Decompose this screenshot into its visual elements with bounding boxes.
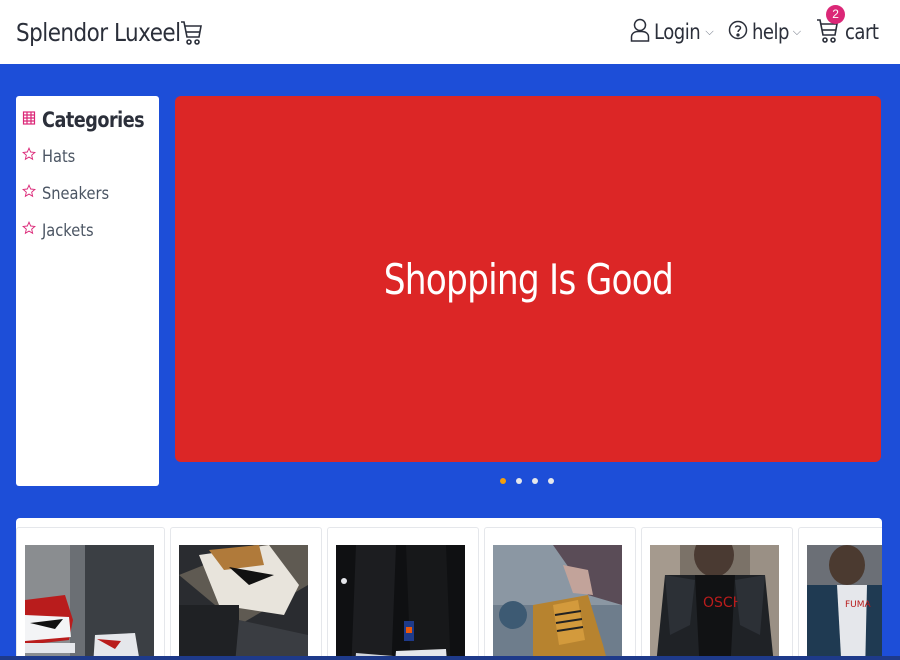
carousel-dot-2[interactable] xyxy=(516,478,522,484)
cart-icon-wrapper: 2 xyxy=(815,4,846,51)
product-image: OSCH xyxy=(650,545,779,660)
category-label: Hats xyxy=(42,146,76,167)
product-card[interactable]: FUMA xyxy=(798,527,882,660)
star-outline-icon xyxy=(22,147,36,166)
help-menu[interactable]: help ⌵ xyxy=(728,19,801,46)
categories-panel: Categories Hats Sneakers Jackets xyxy=(16,96,159,486)
header-nav: Login ⌵ help ⌵ 2 cart xyxy=(630,4,884,51)
help-icon xyxy=(728,19,748,46)
cart-count-badge: 2 xyxy=(826,4,846,24)
product-image xyxy=(179,545,308,660)
carousel-dot-3[interactable] xyxy=(532,478,538,484)
categories-heading-label: Categories xyxy=(42,108,145,132)
product-card[interactable] xyxy=(16,527,165,660)
product-image: FUMA xyxy=(807,545,882,660)
brand-title[interactable]: Splendor Luxeel xyxy=(16,18,181,47)
hero-carousel-slide[interactable]: Shopping Is Good xyxy=(175,96,881,462)
help-label: help xyxy=(751,20,789,44)
product-card[interactable] xyxy=(327,527,479,660)
carousel-dot-4[interactable] xyxy=(548,478,554,484)
star-outline-icon xyxy=(22,221,36,240)
product-card[interactable] xyxy=(484,527,636,660)
product-card[interactable] xyxy=(170,527,322,660)
login-menu[interactable]: Login ⌵ xyxy=(630,17,714,48)
category-item-hats[interactable]: Hats xyxy=(22,138,153,175)
carousel-dots xyxy=(500,478,554,484)
store-icon xyxy=(22,110,36,131)
cart-icon xyxy=(179,16,203,48)
category-item-jackets[interactable]: Jackets xyxy=(22,212,153,249)
product-card[interactable]: OSCH xyxy=(641,527,793,660)
login-label: Login xyxy=(653,20,701,44)
chevron-down-icon: ⌵ xyxy=(705,25,714,38)
hero-title: Shopping Is Good xyxy=(383,254,673,304)
carousel-dot-1[interactable] xyxy=(500,478,506,484)
cart-link[interactable]: 2 cart xyxy=(815,4,884,51)
brand[interactable]: Splendor Luxeel xyxy=(16,16,203,48)
chevron-down-icon: ⌵ xyxy=(792,25,802,38)
user-icon xyxy=(630,17,650,48)
product-image xyxy=(336,545,465,660)
category-label: Sneakers xyxy=(42,183,110,204)
cart-label: cart xyxy=(845,20,879,44)
category-label: Jackets xyxy=(42,220,94,241)
product-image xyxy=(25,545,154,660)
product-strip: OSCH FUMA xyxy=(16,518,882,660)
categories-heading: Categories xyxy=(22,108,153,132)
category-item-sneakers[interactable]: Sneakers xyxy=(22,175,153,212)
page-bottom-edge xyxy=(0,656,900,660)
svg-text:FUMA: FUMA xyxy=(845,600,872,610)
product-image xyxy=(493,545,622,660)
top-navigation-bar: Splendor Luxeel Login ⌵ help ⌵ 2 cart xyxy=(0,0,900,64)
star-outline-icon xyxy=(22,184,36,203)
